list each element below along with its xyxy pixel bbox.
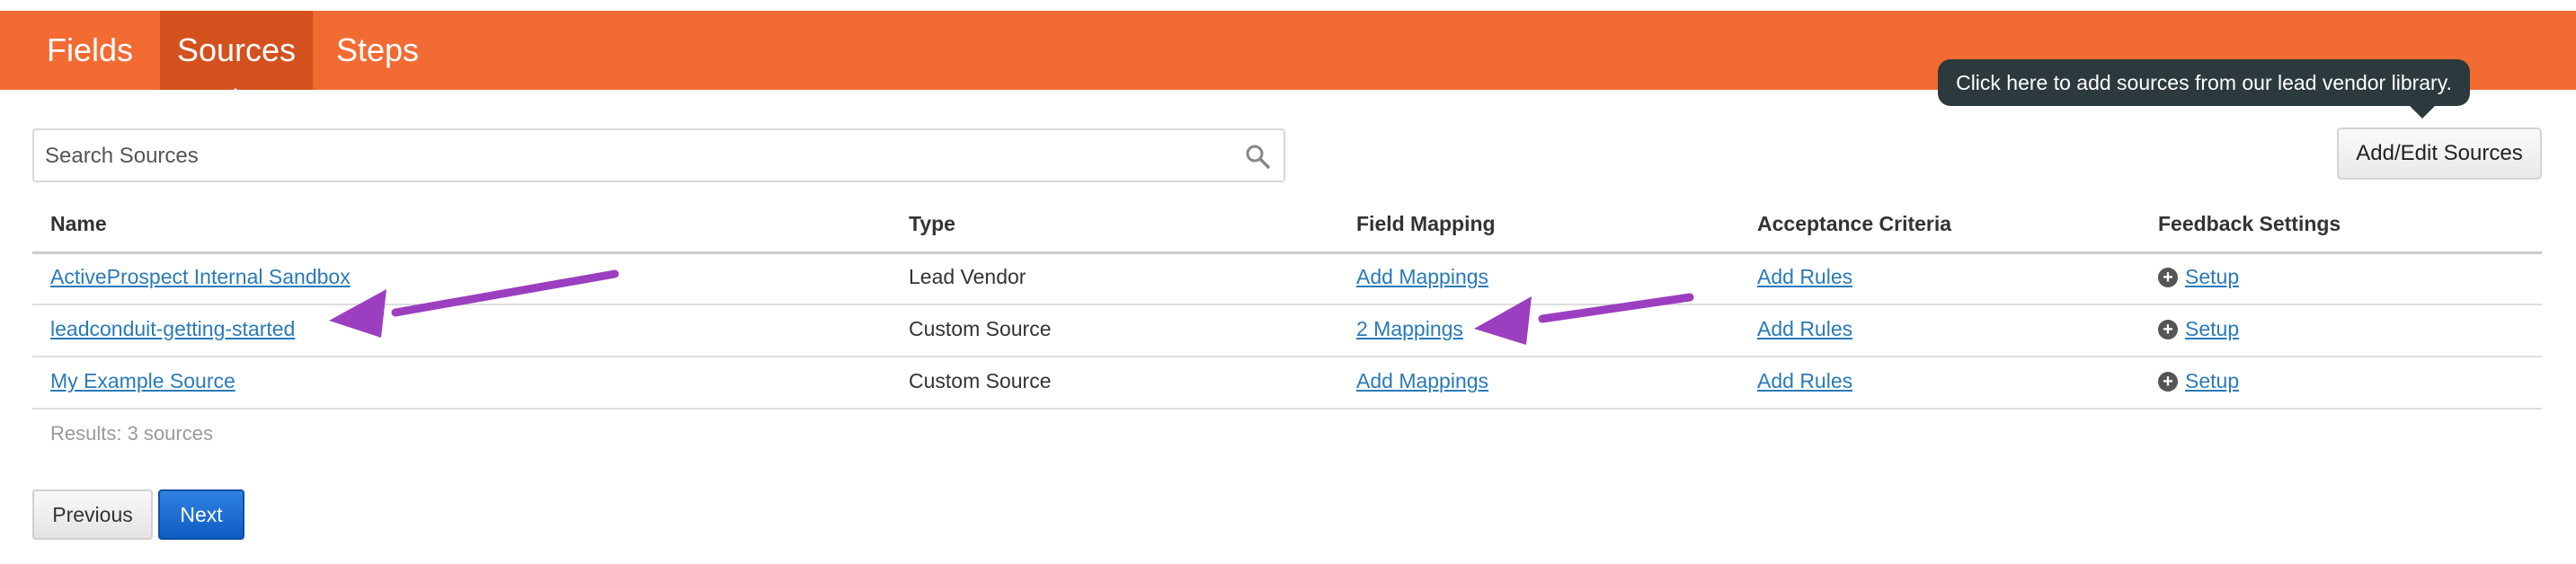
tab-steps[interactable]: Steps [315,11,440,90]
source-name-link[interactable]: My Example Source [50,369,235,393]
row-divider [32,304,2542,305]
previous-button[interactable]: Previous [32,489,153,540]
tab-sources[interactable]: Sources [160,11,313,90]
header-divider [32,251,2542,254]
field-mapping-link[interactable]: 2 Mappings [1356,317,1463,341]
tooltip-arrow-icon [2410,106,2435,119]
acceptance-rules-link[interactable]: Add Rules [1757,265,1852,289]
feedback-setup-link[interactable]: Setup [2185,369,2239,392]
results-count: Results: 3 sources [50,422,213,445]
search-input[interactable] [43,136,1215,177]
acceptance-rules-link[interactable]: Add Rules [1757,369,1852,393]
search-icon[interactable] [1244,143,1271,170]
feedback-setup: + Setup [2158,265,2239,289]
source-type: Lead Vendor [909,265,1026,288]
source-type: Custom Source [909,369,1052,392]
active-tab-caret-icon [225,88,246,99]
column-header-name: Name [50,212,107,235]
column-header-acceptance-criteria: Acceptance Criteria [1757,212,1952,235]
source-name-link[interactable]: ActiveProspect Internal Sandbox [50,265,351,289]
feedback-setup-link[interactable]: Setup [2185,265,2239,288]
row-divider [32,356,2542,357]
field-mapping-link[interactable]: Add Mappings [1356,369,1488,393]
plus-circle-icon: + [2158,268,2178,287]
plus-circle-icon: + [2158,372,2178,392]
column-header-feedback-settings: Feedback Settings [2158,212,2341,235]
row-divider [32,408,2542,410]
search-box [32,128,1285,182]
feedback-setup: + Setup [2158,369,2239,393]
field-mapping-link[interactable]: Add Mappings [1356,265,1488,289]
sources-page: Fields Sources Steps Click here to add s… [0,0,2576,564]
annotation-arrow-icon [329,269,619,338]
feedback-setup: + Setup [2158,317,2239,341]
next-button[interactable]: Next [158,489,244,540]
feedback-setup-link[interactable]: Setup [2185,317,2239,340]
column-header-type: Type [909,212,955,235]
plus-circle-icon: + [2158,320,2178,339]
add-sources-tooltip: Click here to add sources from our lead … [1938,59,2470,106]
source-type: Custom Source [909,317,1052,340]
add-edit-sources-button[interactable]: Add/Edit Sources [2337,128,2542,180]
tab-fields[interactable]: Fields [27,11,153,90]
source-name-link[interactable]: leadconduit-getting-started [50,317,295,341]
column-header-field-mapping: Field Mapping [1356,212,1496,235]
acceptance-rules-link[interactable]: Add Rules [1757,317,1852,341]
